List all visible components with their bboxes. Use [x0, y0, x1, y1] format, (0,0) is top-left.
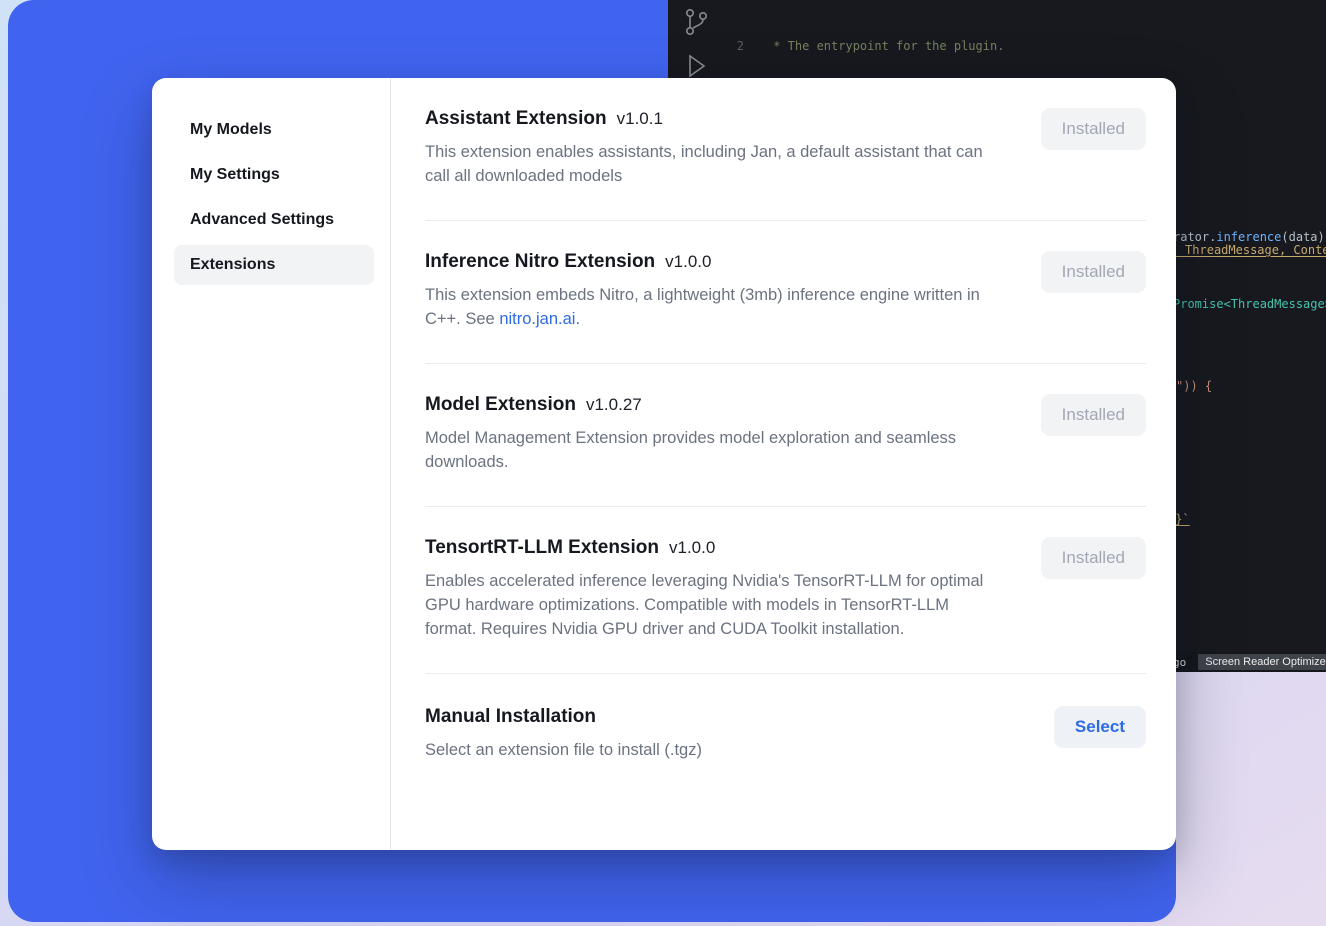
extension-row-tensorrt: TensortRT-LLM Extension v1.0.0 Enables ac… [425, 507, 1146, 674]
installed-button[interactable]: Installed [1041, 537, 1146, 579]
extension-description: Model Management Extension provides mode… [425, 426, 1003, 474]
code-text: (data)); [1281, 230, 1326, 244]
extension-version: v1.0.27 [586, 395, 642, 414]
select-file-button[interactable]: Select [1054, 706, 1146, 748]
extension-info: Manual Installation Select an extension … [425, 706, 1003, 762]
extension-version: v1.0.0 [669, 538, 715, 557]
extension-heading: Model Extension v1.0.27 [425, 394, 1003, 416]
screen-reader-optimize-button[interactable]: Screen Reader Optimize [1198, 654, 1326, 670]
extension-info: Assistant Extension v1.0.1 This extension… [425, 108, 1003, 188]
code-line: 2 * The entrypoint for the plugin. [730, 38, 1326, 55]
settings-card: My Models My Settings Advanced Settings … [152, 78, 1176, 850]
extension-heading: TensortRT-LLM Extension v1.0.0 [425, 537, 1003, 559]
code-text: ")) { [1176, 379, 1212, 393]
extension-title: Inference Nitro Extension [425, 251, 655, 272]
extension-description: Enables accelerated inference leveraging… [425, 569, 1003, 641]
extension-info: Inference Nitro Extension v1.0.0 This ext… [425, 251, 1003, 331]
manual-installation-row: Manual Installation Select an extension … [425, 674, 1146, 762]
code-text: Promise [1173, 297, 1224, 311]
extension-heading: Assistant Extension v1.0.1 [425, 108, 1003, 130]
extension-version: v1.0.1 [617, 109, 663, 128]
extension-heading: Inference Nitro Extension v1.0.0 [425, 251, 1003, 273]
extension-title: Assistant Extension [425, 108, 607, 129]
git-branch-icon[interactable] [680, 6, 712, 38]
extensions-list: Assistant Extension v1.0.1 This extension… [391, 78, 1176, 850]
code-fragment-inference: rator.inference(data)); [1173, 230, 1326, 244]
line-number: 2 [730, 38, 744, 55]
settings-sidebar: My Models My Settings Advanced Settings … [152, 78, 390, 850]
extension-title: Model Extension [425, 394, 576, 415]
extension-version: v1.0.0 [665, 252, 711, 271]
extension-info: Model Extension v1.0.27 Model Management … [425, 394, 1003, 474]
code-text: <ThreadMessage> [1224, 297, 1326, 311]
extension-description: This extension enables assistants, inclu… [425, 140, 1003, 188]
sidebar-item-my-models[interactable]: My Models [174, 110, 374, 150]
sidebar-item-advanced-settings[interactable]: Advanced Settings [174, 200, 374, 240]
sidebar-item-my-settings[interactable]: My Settings [174, 155, 374, 195]
installed-button[interactable]: Installed [1041, 394, 1146, 436]
extension-description: This extension embeds Nitro, a lightweig… [425, 283, 1003, 331]
extension-row-assistant: Assistant Extension v1.0.1 This extension… [425, 78, 1146, 221]
code-fragment-string: ")) { [1176, 379, 1212, 393]
sidebar-item-extensions[interactable]: Extensions [174, 245, 374, 285]
extension-row-model: Model Extension v1.0.27 Model Management … [425, 364, 1146, 507]
code-fragment-promise: Promise<ThreadMessage> [1173, 297, 1326, 311]
installed-button[interactable]: Installed [1041, 108, 1146, 150]
extension-title: TensortRT-LLM Extension [425, 537, 659, 558]
manual-installation-description: Select an extension file to install (.tg… [425, 738, 1003, 762]
manual-installation-title: Manual Installation [425, 706, 1003, 728]
nitro-jan-ai-link[interactable]: nitro.jan.ai. [499, 310, 580, 328]
extension-info: TensortRT-LLM Extension v1.0.0 Enables ac… [425, 537, 1003, 641]
code-text: rator. [1173, 230, 1216, 244]
extension-row-nitro: Inference Nitro Extension v1.0.0 This ext… [425, 221, 1146, 364]
installed-button[interactable]: Installed [1041, 251, 1146, 293]
code-comment: * The entrypoint for the plugin. [766, 38, 1004, 55]
code-text: inference [1216, 230, 1281, 244]
